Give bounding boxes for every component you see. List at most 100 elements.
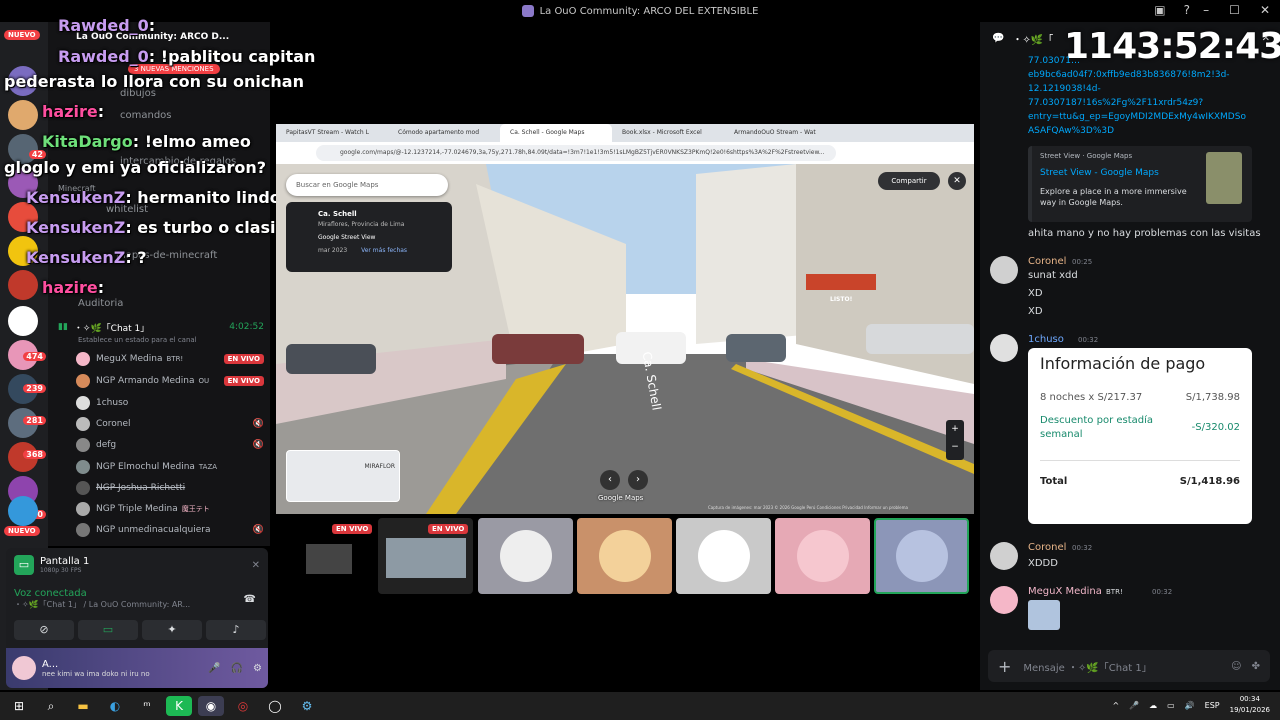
cloud-icon[interactable]: ☁ [1149, 701, 1157, 710]
app-icon[interactable]: ᵐ [134, 696, 160, 716]
share-button[interactable]: Compartir [878, 172, 940, 190]
soundboard-button[interactable]: ♪ [206, 620, 266, 640]
network-icon[interactable]: ▭ [1167, 701, 1175, 710]
voice-member[interactable]: NGP Triple Medina 魔王テト [76, 500, 264, 518]
camera-off-button[interactable]: ⊘ [14, 620, 74, 640]
apps-icon[interactable]: ✤ [1252, 661, 1260, 672]
message-composer[interactable]: + Mensaje ・✧🌿「Chat 1」 ☺ ✤ [988, 650, 1270, 682]
app-icon[interactable]: ◯ [262, 696, 288, 716]
voice-member[interactable]: MeguX Medina BTR! EN VIVO [76, 350, 264, 368]
headphones-icon[interactable]: 🎧 [231, 663, 243, 674]
url-field[interactable]: google.com/maps/@-12.1237214,-77.024679,… [316, 145, 836, 161]
emoji-icon[interactable]: ☺ [1231, 661, 1241, 672]
account-row[interactable]: A... nee kimi wa ima doko ni iru no 🎤 🎧 … [6, 648, 268, 688]
server-icon[interactable] [8, 100, 38, 130]
screen-share-row[interactable]: ▭ Pantalla 1 1080p 30 FPS ✕ [14, 554, 260, 576]
microphone-icon[interactable]: 🎤 [208, 663, 220, 674]
chevron-up-icon[interactable]: ^ [1112, 701, 1119, 710]
voice-channel-chat1[interactable]: ▮▮ ・✧🌿「Chat 1」 4:02:52 [58, 318, 264, 336]
server-icon[interactable] [8, 306, 38, 336]
file-explorer-icon[interactable]: ▬ [70, 696, 96, 716]
close-window-button[interactable]: ✕ [1260, 3, 1270, 17]
live-badge[interactable]: EN VIVO [223, 354, 264, 364]
message-author[interactable]: 1chuso [1028, 334, 1064, 345]
link-line[interactable]: 12.1219038!4d- [1028, 84, 1258, 95]
start-icon[interactable]: ⊞ [6, 696, 32, 716]
search-icon[interactable]: ⌕ [38, 696, 64, 716]
channel-comandos[interactable]: comandos [120, 110, 172, 121]
edge-icon[interactable]: ◐ [102, 696, 128, 716]
server-icon[interactable] [8, 496, 38, 526]
zoom-controls[interactable]: + − [946, 420, 964, 460]
participant-tile[interactable] [478, 518, 573, 594]
disconnect-icon[interactable]: ☎ [244, 594, 256, 605]
browser-tab[interactable]: Book.xlsx - Microsoft Excel [612, 124, 724, 142]
browser-tab-active[interactable]: Ca. Schell - Google Maps [500, 124, 612, 142]
share-screen-button[interactable]: ▭ [78, 620, 138, 640]
embed-title[interactable]: Street View - Google Maps [1040, 168, 1159, 178]
voice-member[interactable]: 1chuso [76, 394, 264, 412]
stream-thumbnail[interactable]: EN VIVO [280, 518, 375, 594]
participant-tile[interactable] [676, 518, 771, 594]
minimap[interactable]: MIRAFLOR [286, 450, 400, 502]
clock[interactable]: 00:34 19/01/2026 [1230, 694, 1270, 716]
link-line[interactable]: eb9bc6ad04f7:0xffb9ed83b836876!8m2!3d- [1028, 70, 1258, 81]
message-author[interactable]: Coronel [1028, 542, 1066, 553]
participant-tile[interactable] [577, 518, 672, 594]
link-line[interactable]: 77.03071… [1028, 56, 1258, 67]
add-attachment-icon[interactable]: + [998, 657, 1011, 676]
live-badge[interactable]: EN VIVO [223, 376, 264, 386]
language-indicator[interactable]: ESP [1205, 701, 1220, 710]
avatar[interactable] [990, 256, 1018, 284]
channel-auditoria[interactable]: Auditoria [78, 298, 123, 309]
settings-icon[interactable]: ⚙ [253, 663, 262, 674]
street-view-image[interactable]: Buscar en Google Maps Ca. Schell Miraflo… [276, 164, 974, 514]
link-line[interactable]: ASAFQAw%3D%3D [1028, 126, 1258, 137]
participant-tile-speaking[interactable] [874, 518, 969, 594]
payment-info-image[interactable]: Información de pago 8 noches x S/217.37 … [1028, 348, 1252, 524]
next-arrow-icon[interactable]: › [628, 470, 648, 490]
message-author[interactable]: MeguX Medina [1028, 586, 1102, 597]
avatar[interactable] [990, 334, 1018, 362]
message-author[interactable]: Coronel [1028, 256, 1066, 267]
voice-member[interactable]: NGP unmedinacualquiera 🔇 [76, 521, 264, 539]
more-dates-link[interactable]: Ver más fechas [361, 247, 407, 254]
message-input[interactable]: Mensaje ・✧🌿「Chat 1」 [1023, 659, 1151, 674]
voice-member[interactable]: NGP Joshua Richetti [76, 479, 264, 497]
avatar[interactable] [990, 542, 1018, 570]
voice-member[interactable]: Coronel 🔇 [76, 415, 264, 433]
link-embed[interactable]: Street View · Google Maps Street View - … [1028, 146, 1252, 222]
volume-icon[interactable]: 🔊 [1185, 701, 1195, 710]
voice-connection[interactable]: Voz conectada ・✧🌿「Chat 1」 / La OuO Commu… [14, 588, 260, 618]
voice-member[interactable]: defg 🔇 [76, 436, 264, 454]
avatar[interactable] [990, 586, 1018, 614]
kick-icon[interactable]: K [166, 696, 192, 716]
channel-status-prompt[interactable]: Establece un estado para el canal [78, 336, 197, 344]
browser-tab[interactable]: PapitasVT Stream - Watch L [276, 124, 388, 142]
server-icon[interactable] [8, 270, 38, 300]
activities-button[interactable]: ✦ [142, 620, 202, 640]
browser-tab[interactable]: Cómodo apartamento mod [388, 124, 500, 142]
voice-member[interactable]: NGP Armando Medina OU EN VIVO [76, 372, 264, 390]
minimize-button[interactable]: – [1203, 3, 1209, 17]
link-line[interactable]: 77.0307187!16s%2Fg%2F11xrdr54z9? [1028, 98, 1258, 109]
place-card[interactable]: Ca. Schell Miraflores, Provincia de Lima… [286, 202, 452, 272]
maximize-button[interactable]: ☐ [1229, 3, 1240, 17]
help-icon[interactable]: ? [1184, 3, 1190, 17]
browser-tab[interactable]: ArmandoOuO Stream - Wat [724, 124, 836, 142]
discord-icon[interactable]: ◉ [198, 696, 224, 716]
link-line[interactable]: entry=ttu&g_ep=EgoyMDI2MDExMy4wIKXMDSo [1028, 112, 1258, 123]
prev-arrow-icon[interactable]: ‹ [600, 470, 620, 490]
stream-thumbnail[interactable]: EN VIVO [378, 518, 473, 594]
close-icon[interactable]: ✕ [948, 172, 966, 190]
steam-icon[interactable]: ⚙ [294, 696, 320, 716]
sticker-image[interactable] [1028, 600, 1060, 630]
participant-tile[interactable] [775, 518, 870, 594]
obs-icon[interactable]: ◎ [230, 696, 256, 716]
voice-member[interactable]: NGP Elmochul Medina TAZA [76, 458, 264, 476]
inbox-icon[interactable]: ▣ [1154, 3, 1165, 17]
stop-share-icon[interactable]: ✕ [252, 560, 260, 571]
stream-view[interactable]: PapitasVT Stream - Watch L Cómodo aparta… [276, 124, 974, 514]
mic-tray-icon[interactable]: 🎤 [1129, 701, 1139, 710]
maps-search-input[interactable]: Buscar en Google Maps [286, 174, 448, 196]
